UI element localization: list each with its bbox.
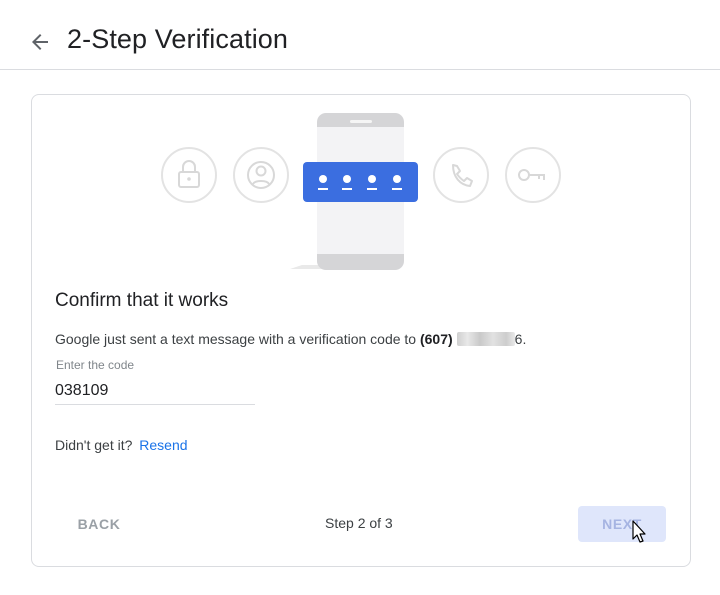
verification-code-bubble xyxy=(303,162,418,202)
resend-link[interactable]: Resend xyxy=(139,437,187,453)
verification-code-input[interactable] xyxy=(55,378,255,405)
phone-call-icon xyxy=(433,147,489,203)
key-icon xyxy=(505,147,561,203)
next-button[interactable]: NEXT xyxy=(578,506,666,542)
verification-card: Confirm that it works Google just sent a… xyxy=(31,94,691,567)
redacted-phone-number xyxy=(456,332,515,346)
phone-area-code: (607) xyxy=(419,331,453,347)
code-field-label: Enter the code xyxy=(56,358,135,372)
page-header: 2-Step Verification xyxy=(0,0,720,70)
resend-prompt: Didn't get it? xyxy=(55,437,133,453)
phone-illustration xyxy=(161,113,561,270)
message-text: Google just sent a text message with a v… xyxy=(55,331,420,347)
step-indicator: Step 2 of 3 xyxy=(325,515,393,531)
arrow-back-icon[interactable] xyxy=(28,30,52,54)
page-title: 2-Step Verification xyxy=(67,24,289,54)
confirm-heading: Confirm that it works xyxy=(55,290,229,311)
lock-icon xyxy=(161,147,217,203)
account-icon xyxy=(233,147,289,203)
message-end: . xyxy=(522,331,527,347)
verification-message: Google just sent a text message with a v… xyxy=(55,331,526,347)
resend-row: Didn't get it? Resend xyxy=(55,437,188,453)
back-button[interactable]: BACK xyxy=(66,506,132,542)
